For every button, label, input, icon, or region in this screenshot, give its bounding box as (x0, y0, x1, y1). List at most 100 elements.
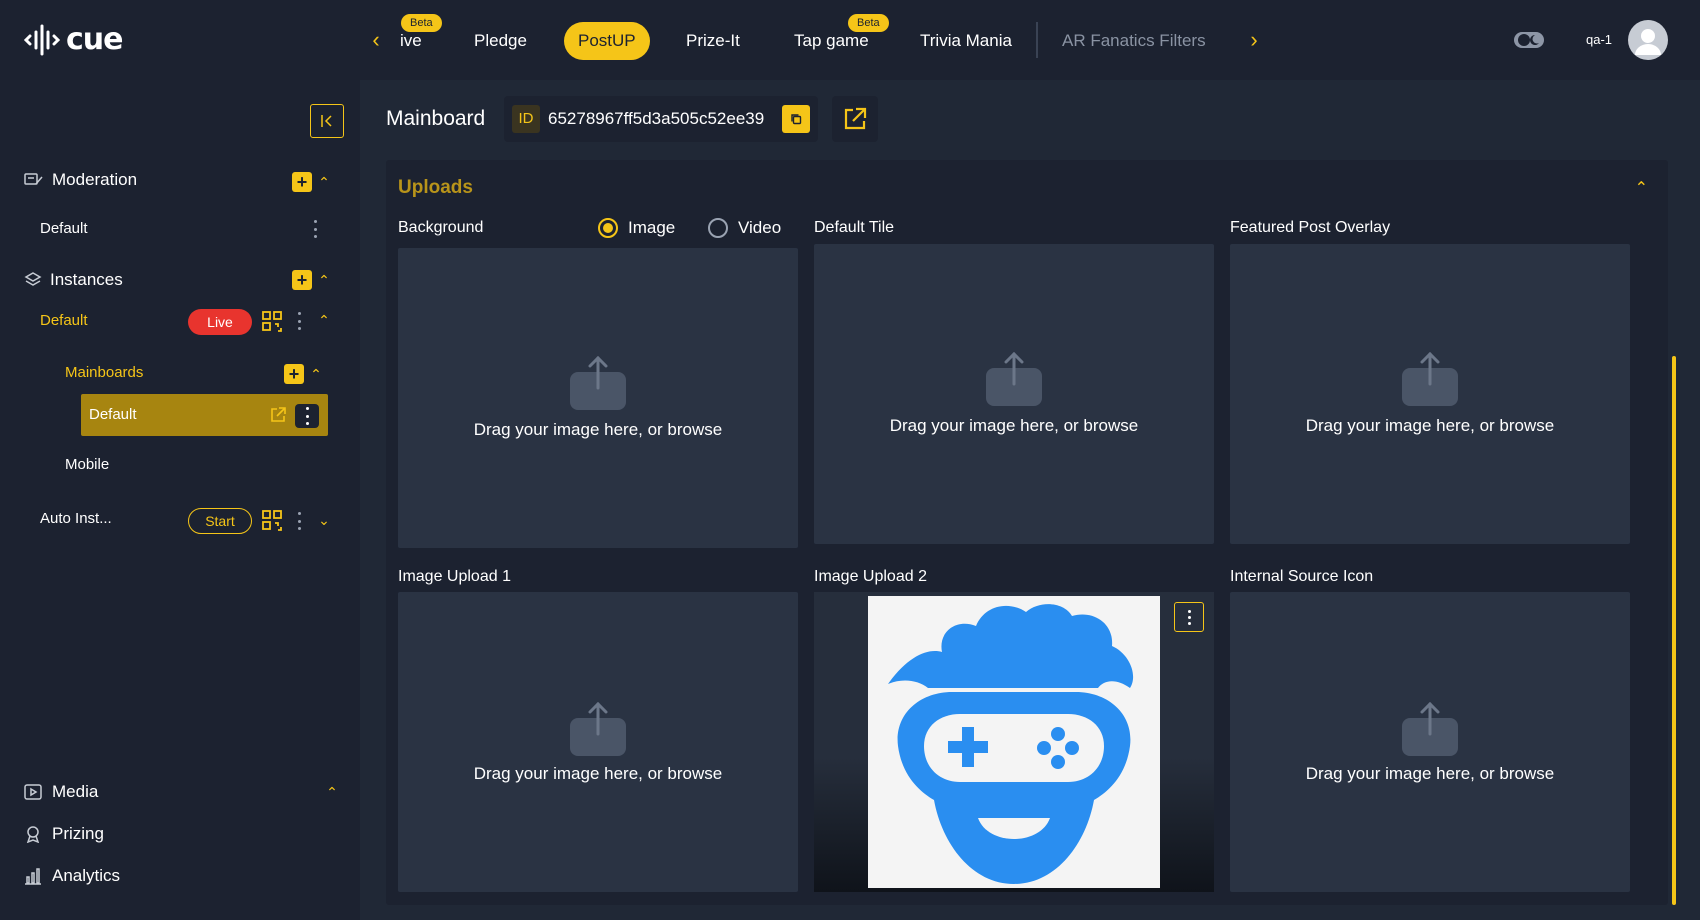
moderation-default-menu-icon[interactable] (312, 220, 318, 238)
background-dropzone[interactable]: Drag your image here, or browse (398, 248, 798, 548)
image-upload-2-menu-button[interactable] (1174, 602, 1204, 632)
instance-default-collapse-chevron-icon[interactable]: ⌃ (316, 312, 332, 328)
gamer-mascot-icon (888, 604, 1134, 884)
theme-toggle-icon[interactable] (1514, 30, 1544, 50)
sidebar-item-media[interactable]: Media (24, 782, 98, 802)
sidebar: Moderation + ⌃ Default Instances + ⌃ Def… (0, 80, 360, 920)
default-tile-dropzone[interactable]: Drag your image here, or browse (814, 244, 1214, 544)
auto-instance-label: Auto Inst... (40, 510, 112, 527)
moderation-title: Moderation (52, 170, 138, 189)
beta-badge: Beta (848, 14, 889, 32)
auto-instance-expand-chevron-icon[interactable]: ⌄ (316, 512, 332, 528)
sidebar-section-instances[interactable]: Instances (24, 270, 123, 290)
mainboard-id-value: 65278967ff5d3a505c52ee39 (548, 109, 765, 128)
sidebar-item-mainboards[interactable]: Mainboards (65, 364, 143, 381)
tab-tap-game[interactable]: Tap game Beta (794, 14, 889, 60)
internal-source-icon-dropzone[interactable]: Drag your image here, or browse (1230, 592, 1630, 892)
prize-icon (26, 826, 40, 843)
layers-icon (24, 272, 42, 286)
cue-waveform-icon (24, 24, 60, 55)
uploads-collapse-chevron-icon[interactable]: ⌃ (1635, 178, 1648, 198)
tab-label: ive (400, 31, 422, 50)
mainboard-id-field: ID 65278967ff5d3a505c52ee39 (504, 96, 818, 142)
analytics-label: Analytics (52, 866, 121, 885)
radio-video[interactable]: Video (708, 218, 781, 238)
moderation-icon (24, 173, 43, 185)
start-button[interactable]: Start (188, 508, 252, 534)
copy-id-button[interactable] (782, 105, 810, 133)
sidebar-item-label: Mobile (65, 456, 110, 473)
mainboards-label: Mainboards (65, 364, 144, 381)
radio-dot (708, 218, 728, 238)
person-icon (1635, 29, 1661, 55)
sidebar-item-analytics[interactable]: Analytics (24, 866, 120, 886)
sidebar-item-label: Default (40, 220, 88, 237)
tab-trivia-mania[interactable]: Trivia Mania (920, 22, 1012, 60)
instances-collapse-chevron-icon[interactable]: ⌃ (316, 272, 332, 288)
user-avatar[interactable] (1628, 20, 1668, 60)
logo-text: cue (66, 22, 123, 57)
qr-code-icon[interactable] (262, 510, 284, 532)
kebab-icon (1187, 608, 1191, 626)
moderation-collapse-chevron-icon[interactable]: ⌃ (316, 174, 332, 190)
uploads-title: Uploads (398, 177, 473, 198)
upload-icon (1402, 701, 1458, 756)
add-mainboard-button[interactable]: + (284, 364, 304, 384)
background-label: Background (398, 219, 484, 236)
tabs-prev-chevron-icon[interactable]: ‹ (366, 28, 386, 52)
tab-postup[interactable]: PostUP (564, 22, 650, 60)
tab-ar-fanatics-filters[interactable]: AR Fanatics Filters (1062, 22, 1206, 60)
collapse-sidebar-button[interactable] (310, 104, 344, 138)
media-collapse-chevron-icon[interactable]: ⌃ (324, 784, 340, 800)
analytics-chart-icon (25, 868, 41, 885)
internal-source-icon-label: Internal Source Icon (1230, 568, 1374, 585)
tabs-next-chevron-icon[interactable]: › (1244, 28, 1264, 52)
sidebar-item-auto-instance[interactable]: Auto Inst... (40, 510, 112, 527)
image-upload-2-preview[interactable] (814, 592, 1214, 892)
copy-icon (791, 114, 802, 125)
open-external-icon[interactable] (269, 406, 287, 424)
mainboards-collapse-chevron-icon[interactable]: ⌃ (308, 366, 324, 382)
add-moderation-button[interactable]: + (292, 172, 312, 192)
live-status-badge: Live (188, 309, 252, 335)
sidebar-item-mainboard-default[interactable]: Default (81, 394, 328, 436)
image-upload-1-label: Image Upload 1 (398, 568, 511, 585)
prizing-label: Prizing (52, 824, 104, 843)
upload-icon (570, 701, 626, 756)
sidebar-item-moderation-default[interactable]: Default (40, 220, 88, 237)
instance-default-menu-icon[interactable] (296, 312, 302, 330)
dropzone-text: Drag your image here, or browse (1305, 416, 1555, 435)
tab-pledge[interactable]: Pledge (474, 22, 527, 60)
beta-badge: Beta (401, 14, 442, 32)
media-icon (24, 784, 42, 800)
radio-dot (598, 218, 618, 238)
instance-default-label: Default (40, 312, 88, 329)
tab-divider (1036, 22, 1038, 58)
default-tile-label: Default Tile (814, 219, 895, 236)
user-name: qa-1 (1586, 32, 1613, 47)
tab-prize-it[interactable]: Prize-It (686, 22, 740, 60)
dropzone-text: Drag your image here, or browse (473, 764, 723, 783)
dropzone-text: Drag your image here, or browse (473, 420, 723, 439)
radio-video-label: Video (738, 218, 782, 237)
main-scrollbar[interactable] (1672, 356, 1676, 905)
id-badge: ID (512, 105, 540, 133)
dropzone-text: Drag your image here, or browse (889, 416, 1139, 435)
featured-post-overlay-dropzone[interactable]: Drag your image here, or browse (1230, 244, 1630, 544)
add-instance-button[interactable]: + (292, 270, 312, 290)
sidebar-item-instance-default[interactable]: Default (40, 312, 88, 329)
auto-instance-menu-icon[interactable] (296, 512, 302, 530)
image-upload-1-dropzone[interactable]: Drag your image here, or browse (398, 592, 798, 892)
open-mainboard-button[interactable] (832, 96, 878, 142)
instances-title: Instances (50, 270, 123, 289)
mainboard-default-menu-button[interactable] (295, 404, 319, 428)
image-upload-2-label: Image Upload 2 (814, 568, 927, 585)
sidebar-item-prizing[interactable]: Prizing (24, 824, 104, 844)
sidebar-item-mainboard-mobile[interactable]: Mobile (65, 456, 109, 473)
radio-image-label: Image (628, 218, 676, 237)
qr-code-icon[interactable] (262, 311, 284, 333)
tab-live[interactable]: ive Beta (400, 14, 442, 60)
cue-logo[interactable]: cue (24, 22, 123, 57)
radio-image[interactable]: Image (598, 218, 675, 238)
sidebar-section-moderation[interactable]: Moderation (24, 170, 137, 190)
